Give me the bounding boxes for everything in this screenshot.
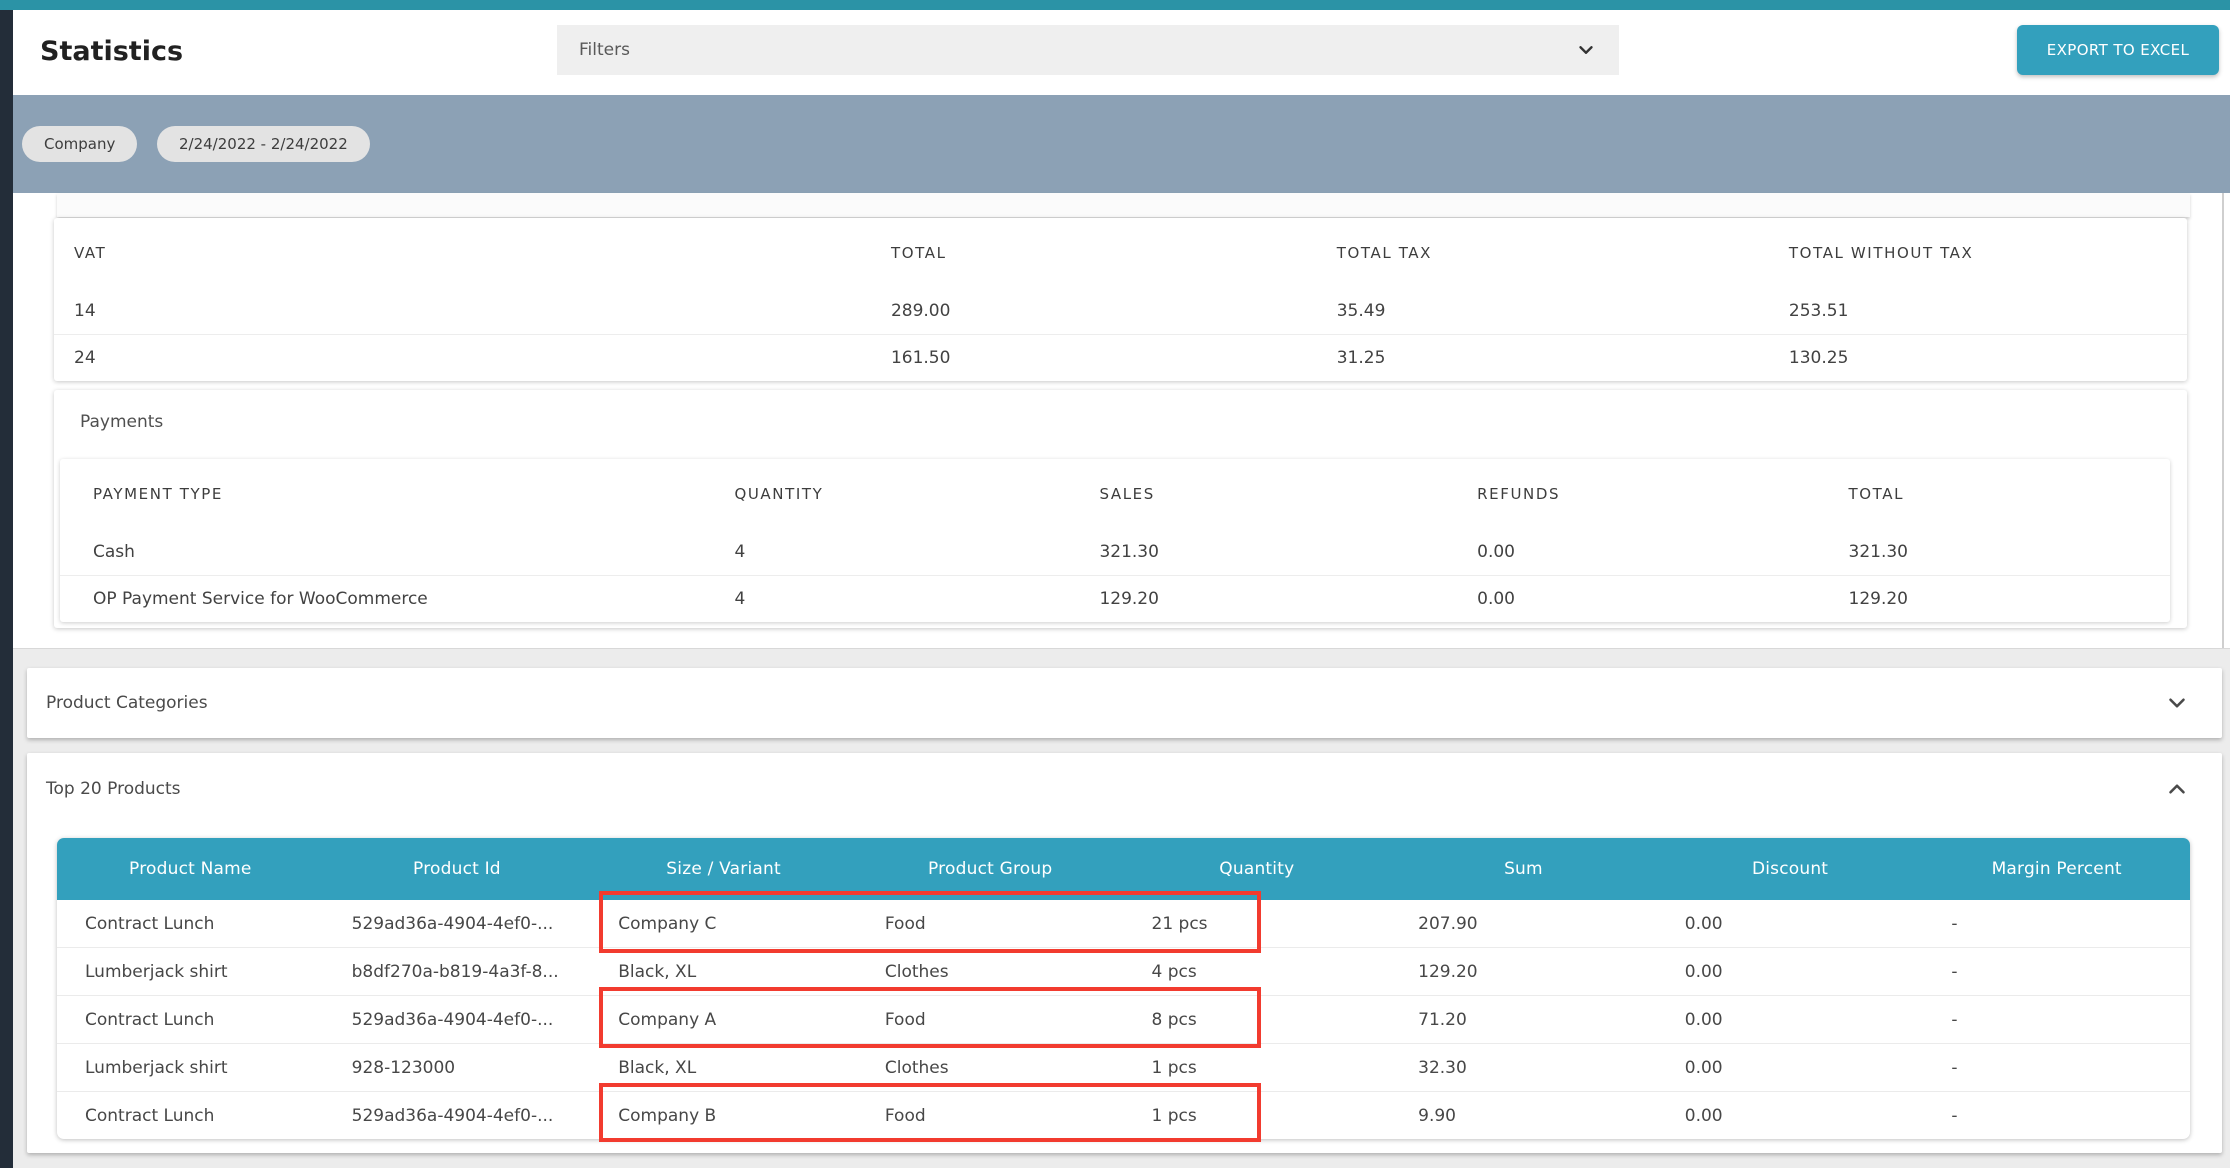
table-cell: OP Payment Service for WooCommerce — [60, 576, 701, 623]
table-cell: - — [1923, 948, 2190, 996]
highlight-box-row3 — [599, 987, 1261, 1048]
chevron-down-icon[interactable] — [2164, 690, 2190, 716]
table-cell: 129.20 — [1390, 948, 1657, 996]
payments-section-title: Payments — [80, 412, 163, 432]
table-cell: Lumberjack shirt — [57, 948, 324, 996]
table-cell: 24 — [54, 335, 871, 382]
filter-chip-company[interactable]: Company — [22, 126, 137, 162]
column-header: SALES — [1066, 459, 1444, 529]
export-to-excel-button[interactable]: EXPORT TO EXCEL — [2017, 25, 2219, 75]
top-products-accordion[interactable]: Top 20 Products — [46, 765, 2190, 813]
table-cell: 4 — [701, 529, 1066, 576]
highlight-box-row1 — [599, 891, 1261, 953]
page-title: Statistics — [40, 36, 183, 67]
table-cell: Contract Lunch — [57, 900, 324, 948]
vat-summary-card: VATTOTALTOTAL TAXTOTAL WITHOUT TAX 14289… — [54, 218, 2187, 381]
table-cell: - — [1923, 1092, 2190, 1140]
vat-table-header-row: VATTOTALTOTAL TAXTOTAL WITHOUT TAX — [54, 218, 2187, 288]
truncated-card-edge — [57, 193, 2190, 217]
table-row: 14289.0035.49253.51 — [54, 288, 2187, 335]
table-cell: Cash — [60, 529, 701, 576]
table-cell: - — [1923, 1044, 2190, 1092]
filters-dropdown[interactable]: Filters — [557, 25, 1619, 75]
table-cell: Contract Lunch — [57, 996, 324, 1044]
table-cell: 35.49 — [1317, 288, 1769, 335]
table-cell: 32.30 — [1390, 1044, 1657, 1092]
filter-chip-band: Company 2/24/2022 - 2/24/2022 — [13, 95, 2230, 193]
column-header: TOTAL — [1816, 459, 2171, 529]
header-bar: Statistics Filters EXPORT TO EXCEL — [13, 10, 2230, 95]
filters-dropdown-label: Filters — [579, 40, 630, 60]
sidebar-edge — [0, 10, 13, 1168]
chevron-down-icon — [1575, 39, 1597, 61]
table-cell: 207.90 — [1390, 900, 1657, 948]
payments-card: Payments PAYMENT TYPEQUANTITYSALESREFUND… — [54, 390, 2187, 628]
column-header: TOTAL TAX — [1317, 218, 1769, 288]
product-categories-accordion[interactable]: Product Categories — [27, 668, 2222, 738]
table-cell: 0.00 — [1657, 996, 1924, 1044]
table-cell: 529ad36a-4904-4ef0-... — [324, 1092, 591, 1140]
table-cell: Contract Lunch — [57, 1092, 324, 1140]
table-cell: Lumberjack shirt — [57, 1044, 324, 1092]
vat-table: VATTOTALTOTAL TAXTOTAL WITHOUT TAX 14289… — [54, 218, 2187, 381]
table-cell: 130.25 — [1769, 335, 2187, 382]
table-cell: 0.00 — [1657, 948, 1924, 996]
table-cell: 253.51 — [1769, 288, 2187, 335]
table-cell: 129.20 — [1066, 576, 1444, 623]
table-cell: - — [1923, 996, 2190, 1044]
column-header: Product Name — [57, 838, 324, 900]
table-cell: 129.20 — [1816, 576, 2171, 623]
table-cell: 529ad36a-4904-4ef0-... — [324, 900, 591, 948]
table-row: Cash4321.300.00321.30 — [60, 529, 2170, 576]
table-cell: 0.00 — [1657, 1044, 1924, 1092]
table-cell: 0.00 — [1444, 576, 1815, 623]
top-accent-bar — [0, 0, 2230, 10]
table-cell: - — [1923, 900, 2190, 948]
table-cell: 529ad36a-4904-4ef0-... — [324, 996, 591, 1044]
table-cell: 321.30 — [1816, 529, 2171, 576]
column-header: PAYMENT TYPE — [60, 459, 701, 529]
column-header: Margin Percent — [1923, 838, 2190, 900]
table-cell: 31.25 — [1317, 335, 1769, 382]
summary-scroll-area[interactable]: VATTOTALTOTAL TAXTOTAL WITHOUT TAX 14289… — [13, 193, 2230, 649]
filter-chip-date-range[interactable]: 2/24/2022 - 2/24/2022 — [157, 126, 370, 162]
top-products-label: Top 20 Products — [46, 779, 181, 799]
payments-table-card: PAYMENT TYPEQUANTITYSALESREFUNDSTOTAL Ca… — [60, 459, 2170, 622]
column-header: TOTAL — [871, 218, 1317, 288]
table-cell: 321.30 — [1066, 529, 1444, 576]
column-header: REFUNDS — [1444, 459, 1815, 529]
column-header: TOTAL WITHOUT TAX — [1769, 218, 2187, 288]
table-cell: 289.00 — [871, 288, 1317, 335]
table-cell: 14 — [54, 288, 871, 335]
column-header: Product Id — [324, 838, 591, 900]
table-cell: b8df270a-b819-4a3f-8... — [324, 948, 591, 996]
payments-table: PAYMENT TYPEQUANTITYSALESREFUNDSTOTAL Ca… — [60, 459, 2170, 622]
statistics-page: Statistics Filters EXPORT TO EXCEL Compa… — [0, 0, 2230, 1168]
table-cell: 9.90 — [1390, 1092, 1657, 1140]
payments-table-header-row: PAYMENT TYPEQUANTITYSALESREFUNDSTOTAL — [60, 459, 2170, 529]
table-row: OP Payment Service for WooCommerce4129.2… — [60, 576, 2170, 623]
column-header: QUANTITY — [701, 459, 1066, 529]
table-row: 24161.5031.25130.25 — [54, 335, 2187, 382]
column-header: Discount — [1657, 838, 1924, 900]
vertical-scrollbar[interactable] — [2222, 193, 2224, 648]
chevron-up-icon[interactable] — [2164, 776, 2190, 802]
table-cell: 0.00 — [1657, 1092, 1924, 1140]
product-categories-label: Product Categories — [46, 693, 208, 713]
column-header: VAT — [54, 218, 871, 288]
table-cell: 0.00 — [1444, 529, 1815, 576]
column-header: Sum — [1390, 838, 1657, 900]
table-cell: 928-123000 — [324, 1044, 591, 1092]
table-cell: 4 — [701, 576, 1066, 623]
table-cell: 161.50 — [871, 335, 1317, 382]
table-cell: 0.00 — [1657, 900, 1924, 948]
highlight-box-row5 — [599, 1083, 1261, 1142]
table-cell: 71.20 — [1390, 996, 1657, 1044]
